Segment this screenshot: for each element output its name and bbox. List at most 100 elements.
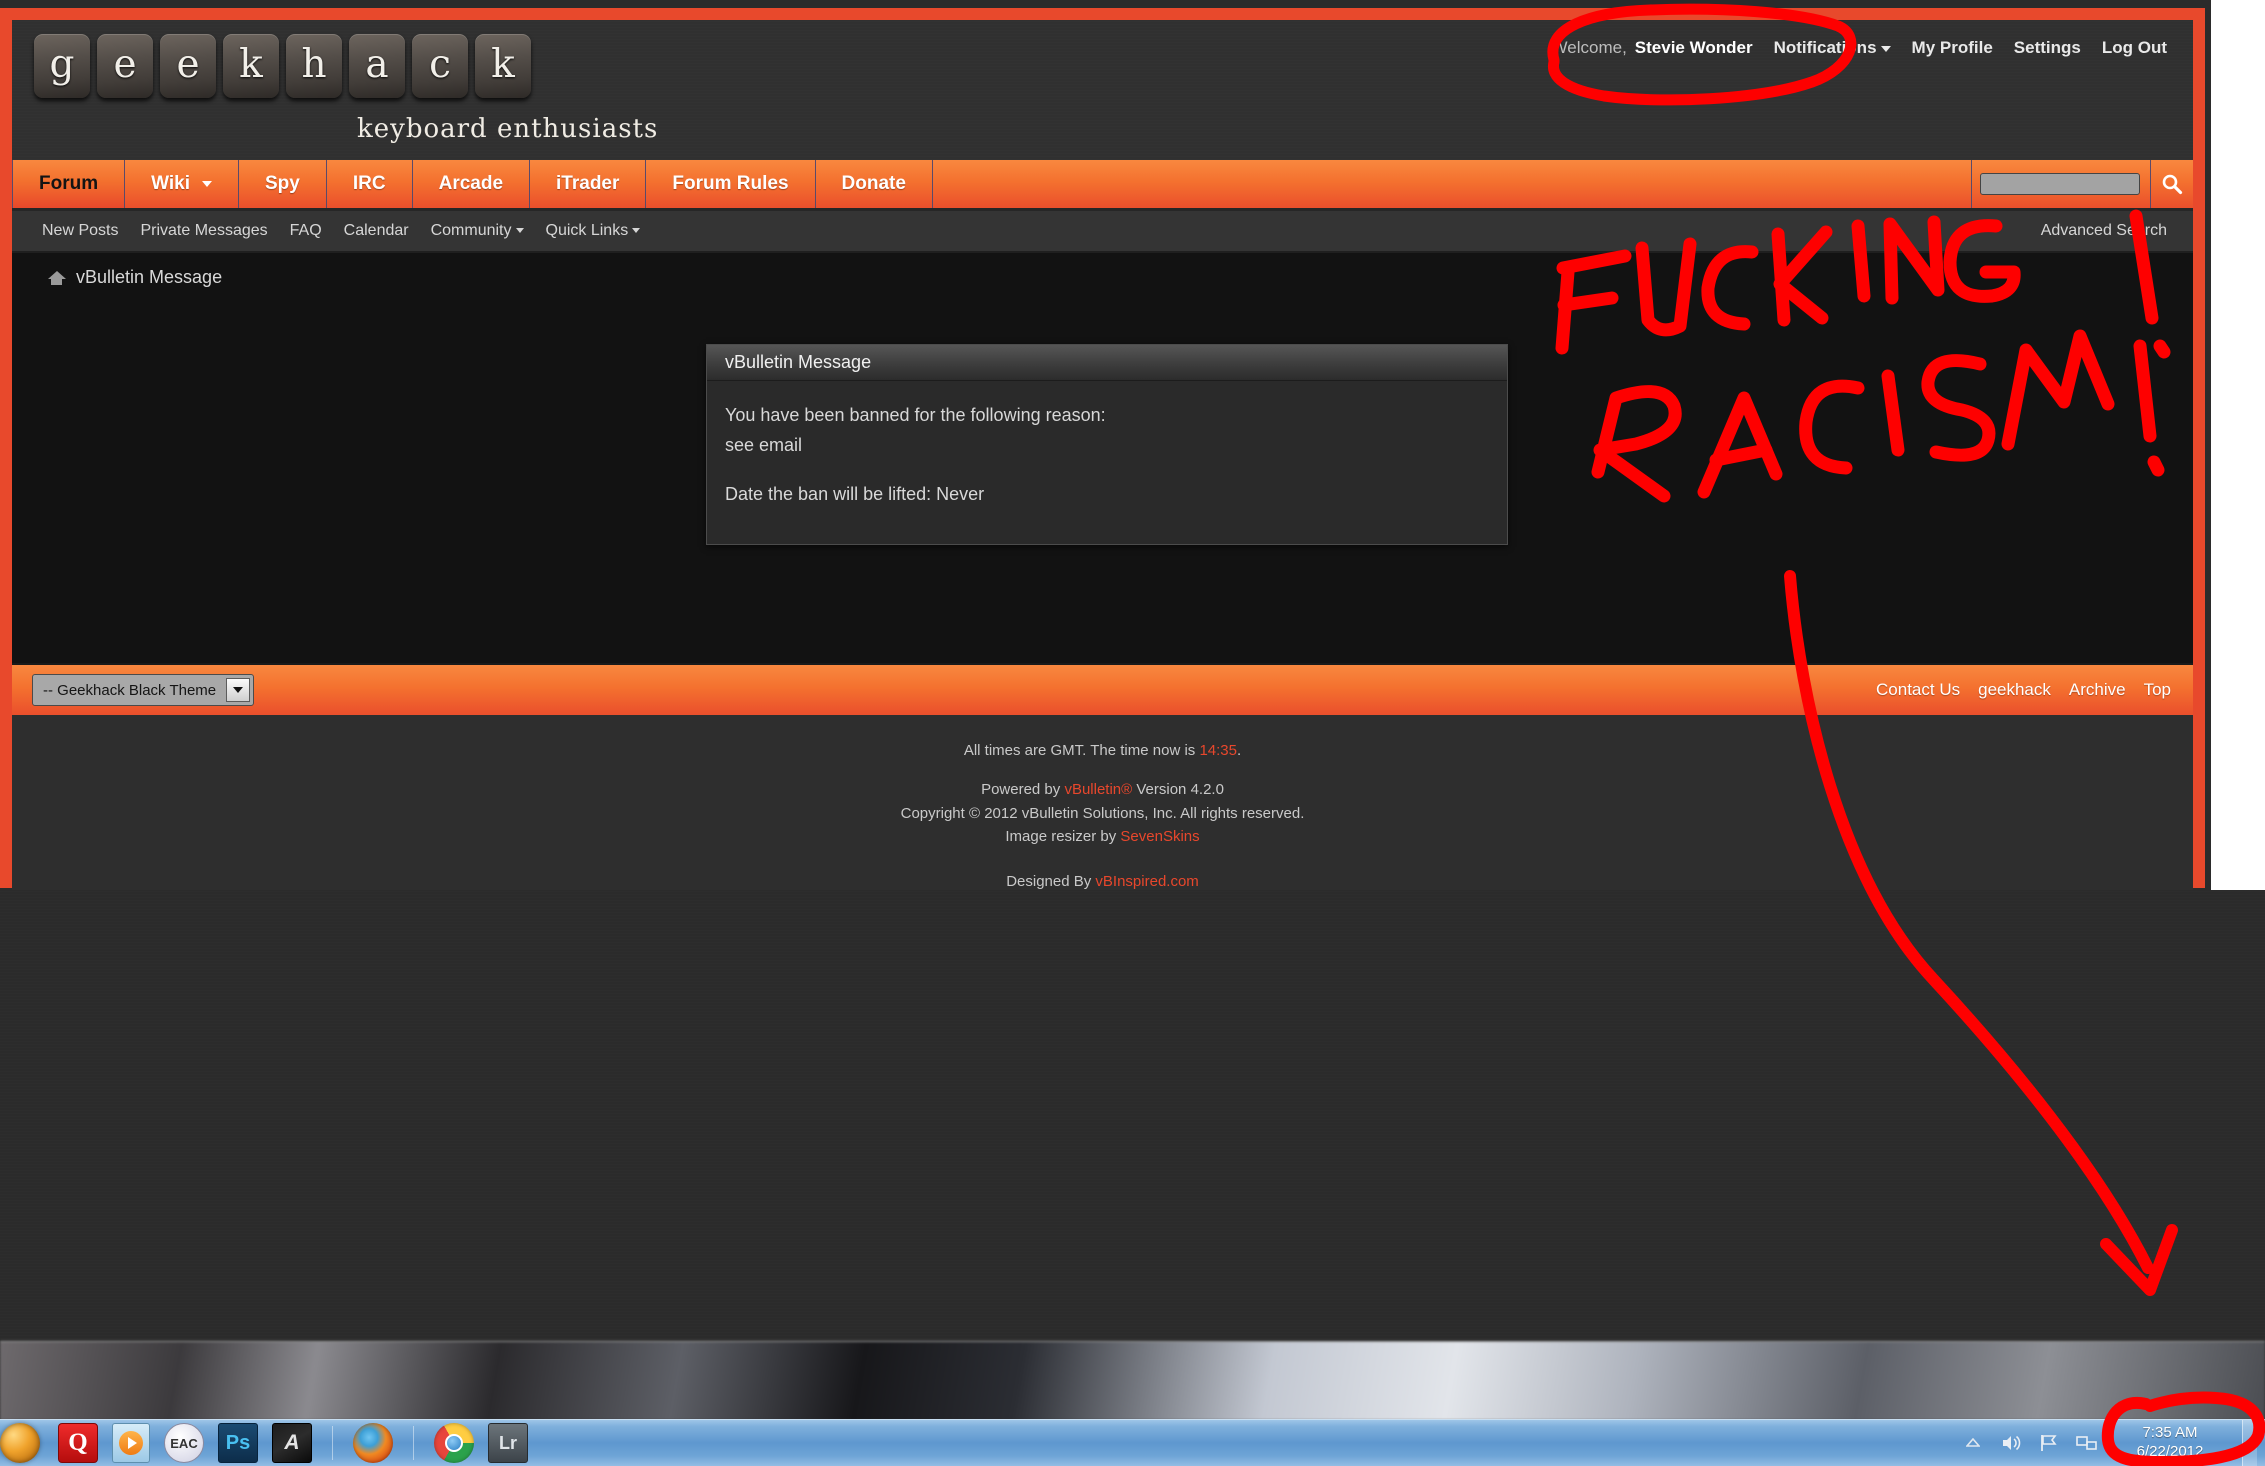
footer-link-top[interactable]: Top bbox=[2144, 680, 2171, 700]
footer-resizer-line: Image resizer by SevenSkins bbox=[12, 825, 2193, 848]
taskbar-lightroom-icon[interactable]: Lr bbox=[488, 1423, 528, 1463]
footer-vbulletin-link[interactable]: vBulletin® bbox=[1064, 781, 1132, 798]
primary-nav: Forum Wiki Spy IRC Arcade iTrader Forum … bbox=[12, 160, 2193, 211]
footer-time-suffix: . bbox=[1237, 742, 1242, 759]
footer-designed-prefix: Designed By bbox=[1006, 873, 1096, 890]
secondary-nav: New Posts Private Messages FAQ Calendar … bbox=[12, 211, 2193, 253]
logo-keycap-k2: k bbox=[475, 34, 531, 98]
windows-taskbar: Q EAC Ps A Lr 7:35 AM 6/22/2012 bbox=[0, 1419, 2265, 1466]
logo-keycap-e2: e bbox=[160, 34, 216, 98]
username-label: Stevie Wonder bbox=[1634, 38, 1753, 57]
footer-link-contact-us[interactable]: Contact Us bbox=[1876, 680, 1960, 700]
message-box-body: You have been banned for the following r… bbox=[707, 381, 1507, 545]
footer-resizer-prefix: Image resizer by bbox=[1005, 827, 1121, 845]
logo-keycap-k1: k bbox=[223, 34, 279, 98]
footer-powered-prefix: Powered by bbox=[981, 781, 1065, 799]
footer-time-value: 14:35 bbox=[1199, 742, 1237, 759]
system-clock[interactable]: 7:35 AM 6/22/2012 bbox=[2114, 1424, 2226, 1462]
footer-sevenskins-link[interactable]: SevenSkins bbox=[1120, 828, 1199, 845]
user-nav: Welcome, Stevie Wonder Notifications My … bbox=[1552, 38, 2167, 58]
ban-lift-date: Date the ban will be lifted: Never bbox=[725, 484, 985, 505]
desktop-background bbox=[0, 890, 2265, 1420]
nav-tab-forum-rules[interactable]: Forum Rules bbox=[646, 160, 816, 208]
taskbar-photoshop-icon[interactable]: Ps bbox=[218, 1423, 258, 1463]
nav-log-out[interactable]: Log Out bbox=[2102, 38, 2167, 58]
breadcrumb: vBulletin Message bbox=[12, 253, 2193, 288]
nav-my-profile[interactable]: My Profile bbox=[1912, 38, 1993, 58]
system-tray: 7:35 AM 6/22/2012 bbox=[1962, 1420, 2265, 1466]
volume-icon[interactable] bbox=[2000, 1432, 2022, 1454]
action-center-flag-icon[interactable] bbox=[2038, 1432, 2060, 1454]
start-button[interactable] bbox=[0, 1421, 46, 1465]
screen-right-margin bbox=[2211, 0, 2265, 890]
nav-tab-wiki[interactable]: Wiki bbox=[125, 160, 239, 208]
logo-keycap-e1: e bbox=[97, 34, 153, 98]
logo-keycap-g: g bbox=[34, 34, 90, 98]
show-hidden-icons-icon[interactable] bbox=[1962, 1432, 1984, 1454]
desktop-wallpaper-strip bbox=[0, 1341, 2265, 1420]
nav-settings[interactable]: Settings bbox=[2014, 38, 2081, 58]
desktop-screen: g e e k h a c k keyboard enthusiasts Wel… bbox=[0, 0, 2265, 1466]
network-icon[interactable] bbox=[2076, 1432, 2098, 1454]
site-header: g e e k h a c k keyboard enthusiasts Wel… bbox=[12, 20, 2193, 160]
subnav-community[interactable]: Community bbox=[431, 222, 524, 240]
nav-tab-arcade[interactable]: Arcade bbox=[413, 160, 531, 208]
vbulletin-message-box: vBulletin Message You have been banned f… bbox=[706, 344, 1508, 546]
chevron-down-icon bbox=[632, 228, 641, 234]
footer-text: All times are GMT. The time now is 14:35… bbox=[12, 715, 2193, 890]
chevron-down-icon bbox=[202, 181, 212, 187]
subnav-new-posts[interactable]: New Posts bbox=[42, 222, 118, 240]
subnav-quick-links[interactable]: Quick Links bbox=[546, 222, 641, 240]
taskbar-audio-app-icon[interactable]: A bbox=[272, 1423, 312, 1463]
logo-keycap-c: c bbox=[412, 34, 468, 98]
ban-reason-value: see email bbox=[725, 434, 803, 455]
search-button[interactable] bbox=[2150, 160, 2193, 208]
nav-filler bbox=[933, 160, 1971, 208]
theme-select-value: -- Geekhack Black Theme bbox=[43, 681, 217, 699]
subnav-faq[interactable]: FAQ bbox=[290, 222, 322, 240]
taskbar-separator bbox=[332, 1426, 333, 1460]
nav-notifications[interactable]: Notifications bbox=[1774, 38, 1891, 58]
nav-tab-forum[interactable]: Forum bbox=[12, 160, 126, 208]
windows-orb-icon bbox=[0, 1423, 40, 1463]
taskbar-chrome-icon[interactable] bbox=[434, 1423, 474, 1463]
welcome-label: Welcome, bbox=[1551, 38, 1627, 57]
taskbar-separator bbox=[413, 1426, 414, 1460]
theme-select[interactable]: -- Geekhack Black Theme bbox=[32, 674, 255, 706]
taskbar-apps: Q EAC Ps A Lr bbox=[58, 1423, 528, 1463]
subnav-private-messages[interactable]: Private Messages bbox=[140, 222, 267, 240]
breadcrumb-current: vBulletin Message bbox=[76, 267, 223, 287]
taskbar-media-player-icon[interactable] bbox=[112, 1423, 150, 1463]
chevron-down-icon bbox=[226, 678, 251, 702]
footer-copyright-line: Copyright © 2012 vBulletin Solutions, In… bbox=[900, 804, 1305, 822]
footer-link-geekhack[interactable]: geekhack bbox=[1978, 680, 2051, 700]
home-icon[interactable] bbox=[48, 270, 66, 285]
footer-time-line: All times are GMT. The time now is 14:35… bbox=[12, 739, 2193, 762]
nav-tab-spy[interactable]: Spy bbox=[239, 160, 327, 208]
search-icon bbox=[2162, 174, 2183, 195]
footer-powered-line: Powered by vBulletin® Version 4.2.0 bbox=[12, 778, 2193, 801]
subnav-calendar[interactable]: Calendar bbox=[344, 222, 409, 240]
site-logo[interactable]: g e e k h a c k bbox=[34, 34, 531, 98]
footer-powered-version: Version 4.2.0 bbox=[1132, 781, 1224, 799]
search-input[interactable] bbox=[1980, 173, 2140, 195]
clock-date: 6/22/2012 bbox=[2136, 1443, 2204, 1460]
advanced-search-link[interactable]: Advanced Search bbox=[2041, 222, 2167, 240]
logo-keycap-h: h bbox=[286, 34, 342, 98]
show-desktop-button[interactable] bbox=[2242, 1420, 2257, 1466]
taskbar-firefox-icon[interactable] bbox=[353, 1423, 393, 1463]
nav-tab-itrader[interactable]: iTrader bbox=[530, 160, 647, 208]
nav-tab-irc[interactable]: IRC bbox=[327, 160, 413, 208]
nav-search-area bbox=[1971, 160, 2193, 208]
taskbar-quicken-icon[interactable]: Q bbox=[58, 1423, 98, 1463]
taskbar-exact-audio-copy-icon[interactable]: EAC bbox=[164, 1423, 204, 1463]
ban-reason-label: You have been banned for the following r… bbox=[725, 405, 1106, 425]
chevron-down-icon bbox=[1880, 45, 1891, 52]
nav-tab-donate[interactable]: Donate bbox=[816, 160, 933, 208]
message-box-title: vBulletin Message bbox=[707, 345, 1507, 381]
footer-designed-line: Designed By vBInspired.com bbox=[12, 870, 2193, 890]
logo-tagline: keyboard enthusiasts bbox=[357, 114, 659, 144]
footer-vbinspired-link[interactable]: vBInspired.com bbox=[1095, 873, 1198, 890]
footer-time-prefix: All times are GMT. The time now is bbox=[963, 742, 1200, 759]
footer-link-archive[interactable]: Archive bbox=[2069, 680, 2126, 700]
